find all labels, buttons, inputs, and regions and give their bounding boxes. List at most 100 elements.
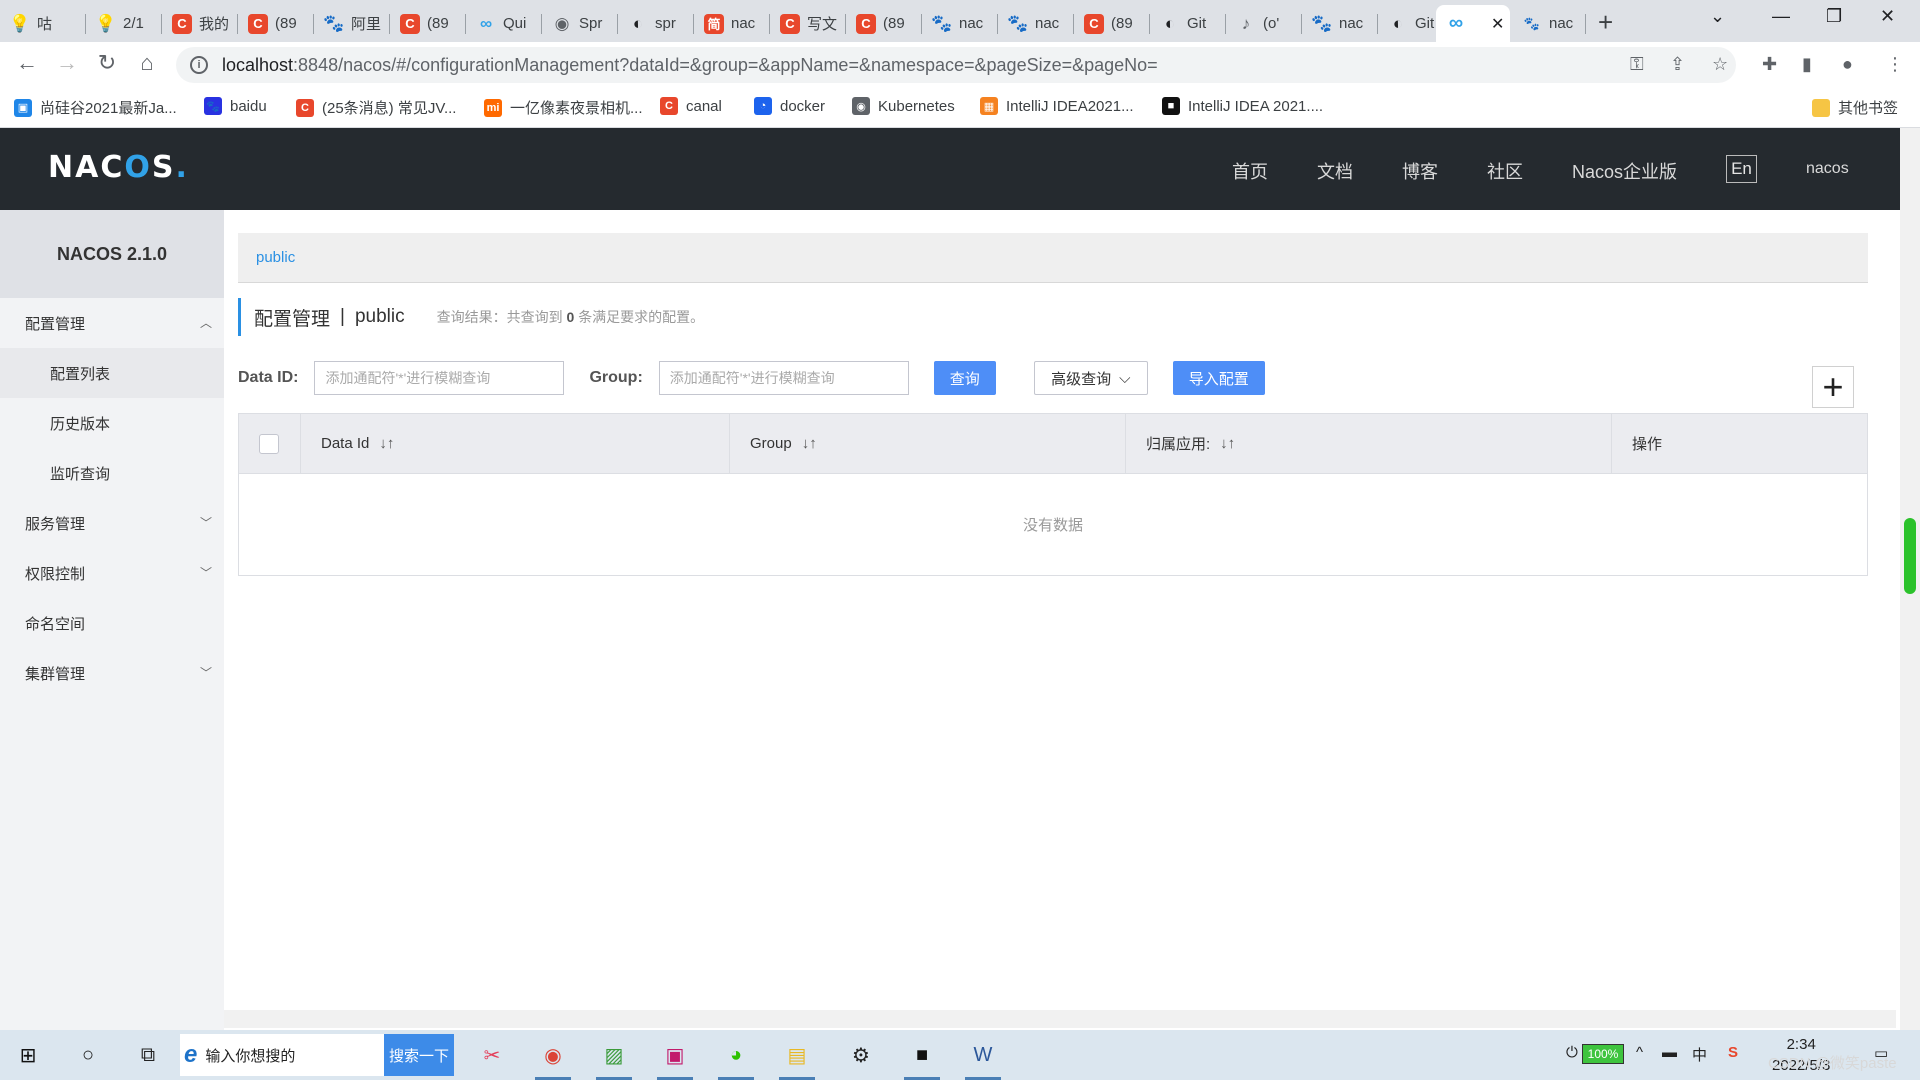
browser-tab[interactable]: ◐ spr (618, 5, 694, 42)
show-hidden-icons-chevron-icon[interactable]: ^ (1636, 1044, 1643, 1061)
sidebar-item-history-versions[interactable]: 历史版本 (0, 398, 224, 448)
bookmark-item[interactable]: mi 一亿像素夜景相机... (484, 97, 643, 118)
nacos-logo[interactable]: NACOS. (48, 150, 189, 185)
browser-tab[interactable]: ◐ Git (1150, 5, 1226, 42)
page-scrollbar[interactable] (1900, 128, 1920, 1030)
task-view-icon[interactable]: ⧉ (130, 1038, 166, 1072)
scrollbar-thumb[interactable] (1904, 518, 1916, 594)
column-header-group[interactable]: Group ↓↑ (730, 414, 1126, 473)
bookmark-star-icon[interactable]: ☆ (1712, 54, 1728, 75)
address-bar[interactable]: i localhost:8848/nacos/#/configurationMa… (176, 47, 1736, 83)
reload-icon[interactable]: ↻ (92, 50, 122, 76)
bookmark-item[interactable]: ▦ IntelliJ IDEA2021... (980, 97, 1134, 115)
browser-tab[interactable]: ∞ Qui (466, 5, 542, 42)
browser-tab[interactable]: C (89 (390, 5, 466, 42)
sidebar-item-listener-query[interactable]: 监听查询 (0, 448, 224, 498)
tab-search-chevron-icon[interactable]: ⌄ (1710, 6, 1725, 27)
profile-avatar-icon[interactable]: ● (1842, 54, 1853, 75)
column-header-dataid[interactable]: Data Id ↓↑ (301, 414, 730, 473)
advanced-query-button[interactable]: 高级查询 ⌵ (1033, 361, 1148, 395)
sidebar-item-config-management[interactable]: 配置管理 ︿ (0, 298, 224, 348)
browser-tab[interactable]: 🐾 nac (922, 5, 998, 42)
namespace-link-public[interactable]: public (256, 249, 295, 266)
bookmark-item[interactable]: ◔ docker (754, 97, 825, 115)
other-bookmarks[interactable]: 其他书签 (1812, 97, 1898, 118)
close-tab-icon[interactable]: ✕ (1491, 14, 1504, 34)
nav-enterprise[interactable]: Nacos企业版 (1572, 158, 1677, 184)
sort-icon[interactable]: ↓↑ (1220, 435, 1235, 452)
browser-tab[interactable]: 🐾 nac (998, 5, 1074, 42)
home-icon[interactable]: ⌂ (132, 50, 162, 76)
language-switch-button[interactable]: En (1726, 155, 1757, 183)
settings-gear-icon[interactable]: ⚙ (843, 1038, 879, 1072)
taskbar-search-button[interactable]: 搜索一下 (384, 1034, 454, 1076)
browser-tab[interactable]: C 写文 (770, 5, 846, 42)
back-icon[interactable]: ← (12, 50, 42, 76)
dataid-input[interactable]: 添加通配符'*'进行模糊查询 (314, 361, 565, 395)
sort-icon[interactable]: ↓↑ (379, 435, 394, 452)
sidebar-item-cluster-management[interactable]: 集群管理 ﹀ (0, 648, 224, 698)
bookmark-item[interactable]: ▣ 尚硅谷2021最新Ja... (14, 97, 177, 118)
browser-tab[interactable]: 💡 2/1 (86, 5, 162, 42)
bookmark-item[interactable]: Ccanal (660, 97, 722, 115)
browser-tab[interactable]: C (89 (846, 5, 922, 42)
sidebar-item-config-list[interactable]: 配置列表 (0, 348, 224, 398)
sort-icon[interactable]: ↓↑ (802, 435, 817, 452)
sidebar-item-namespace[interactable]: 命名空间 (0, 598, 224, 648)
browser-tab[interactable]: 🐾 nac (1302, 5, 1378, 42)
menu-kebab-icon[interactable]: ⋮ (1886, 54, 1904, 75)
picture-app-icon[interactable]: ▨ (596, 1038, 632, 1080)
snipping-tool-icon[interactable]: ✂ (474, 1038, 510, 1072)
taskbar-search-box[interactable]: e 输入你想搜的 搜索一下 (180, 1034, 454, 1076)
nav-docs[interactable]: 文档 (1317, 158, 1353, 184)
sidepanel-icon[interactable]: ▮ (1802, 54, 1812, 75)
key-icon[interactable]: ⚿ (1630, 54, 1644, 75)
share-icon[interactable]: ⇪ (1670, 54, 1685, 75)
cortana-search-icon[interactable]: ○ (70, 1038, 106, 1072)
bookmark-item[interactable]: ◉ Kubernetes (852, 97, 955, 115)
intellij-idea-icon[interactable]: ▣ (657, 1038, 693, 1080)
browser-tab[interactable]: 简 nac (694, 5, 770, 42)
browser-tab[interactable]: 💡 咕 (0, 5, 86, 42)
browser-tab[interactable]: C 我的 (162, 5, 238, 42)
add-config-button[interactable]: + (1812, 366, 1854, 408)
browser-tab[interactable]: C (89 (1074, 5, 1150, 42)
wechat-icon[interactable]: ◕ (718, 1038, 754, 1080)
file-explorer-icon[interactable]: ▤ (779, 1038, 815, 1080)
windows-start-icon[interactable]: ⊞ (10, 1038, 46, 1072)
column-header-app[interactable]: 归属应用: ↓↑ (1126, 414, 1612, 473)
nav-blog[interactable]: 博客 (1402, 158, 1438, 184)
minimize-icon[interactable]: — (1772, 6, 1790, 27)
new-tab-icon[interactable]: + (1598, 7, 1613, 38)
terminal-icon[interactable]: ■ (904, 1038, 940, 1080)
power-plug-icon[interactable]: ⏻ (1566, 1044, 1578, 1061)
import-config-button[interactable]: 导入配置 (1172, 361, 1265, 395)
browser-tab[interactable]: ◉ Spr (542, 5, 618, 42)
restore-icon[interactable]: ❐ (1826, 6, 1842, 27)
tab-last[interactable]: 🐾 nac (1512, 5, 1586, 42)
select-all-checkbox[interactable] (259, 433, 279, 454)
close-window-icon[interactable]: ✕ (1880, 6, 1895, 27)
chrome-icon[interactable]: ◉ (535, 1038, 571, 1080)
bookmark-item[interactable]: 🐾 baidu (204, 97, 267, 115)
browser-tab[interactable]: 🐾 阿里 (314, 5, 390, 42)
battery-indicator[interactable]: 100% (1582, 1044, 1624, 1064)
site-info-icon[interactable]: i (190, 56, 208, 74)
sidebar-item-service-management[interactable]: 服务管理 ﹀ (0, 498, 224, 548)
browser-tab[interactable]: C (89 (238, 5, 314, 42)
sogou-input-icon[interactable]: S (1728, 1044, 1738, 1061)
ime-indicator[interactable]: 中 (1692, 1044, 1707, 1065)
browser-tab[interactable]: ♪ (o' (1226, 5, 1302, 42)
query-button[interactable]: 查询 (933, 361, 996, 395)
tab-active-nacos[interactable]: ∞ ✕ (1436, 5, 1510, 42)
horizontal-scrollbar[interactable] (224, 1010, 1896, 1028)
forward-icon[interactable]: → (52, 50, 82, 76)
bookmark-item[interactable]: C (25条消息) 常见JV... (296, 97, 456, 118)
nav-community[interactable]: 社区 (1487, 158, 1523, 184)
word-icon[interactable]: W (965, 1038, 1001, 1080)
content-scrollbar[interactable] (1876, 210, 1894, 1010)
sidebar-item-access-control[interactable]: 权限控制 ﹀ (0, 548, 224, 598)
group-input[interactable]: 添加通配符'*'进行模糊查询 (658, 361, 909, 395)
keyboard-icon[interactable]: ▬ (1662, 1044, 1677, 1061)
extensions-icon[interactable]: ✚ (1762, 54, 1777, 75)
